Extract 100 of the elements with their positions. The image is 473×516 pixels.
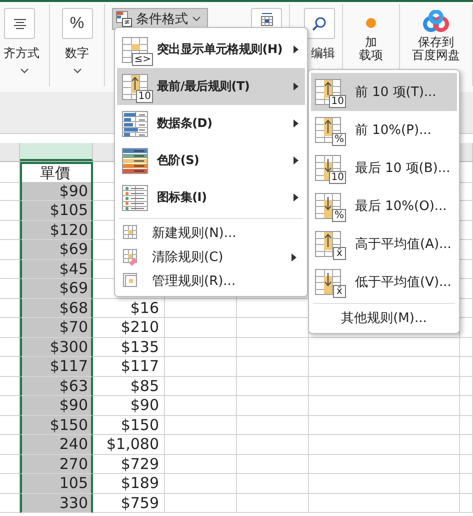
- submenu-arrow-icon: [293, 193, 299, 202]
- table-cell: $90: [93, 396, 165, 416]
- table-cell: [165, 416, 237, 435]
- table-cell: [165, 454, 237, 474]
- icon-set-icon: [122, 184, 148, 210]
- table-cell: [165, 298, 237, 318]
- table-cell: [460, 474, 473, 494]
- table-cell: [237, 396, 309, 416]
- menu-item[interactable]: 图标集(I): [117, 179, 305, 216]
- table-cell: $120: [20, 220, 93, 240]
- submenu-arrow-icon: [291, 252, 297, 262]
- table-cell: [165, 474, 237, 494]
- submenu-arrow-icon: [293, 45, 299, 54]
- icon-badge: x̄: [333, 285, 346, 298]
- table-cell: $150: [20, 416, 93, 435]
- menu-item[interactable]: 其他规则(M)...: [309, 306, 459, 330]
- align-icon: [12, 18, 26, 30]
- menu-item[interactable]: % 最后 10%(O)...: [311, 187, 457, 225]
- table-cell: $90: [20, 396, 93, 416]
- table-cell: $759: [93, 494, 165, 513]
- table-cell: $210: [93, 318, 165, 338]
- table-cell: [237, 454, 309, 474]
- icon-badge: x̄: [333, 247, 346, 260]
- menu-item[interactable]: 色阶(S): [117, 142, 305, 179]
- table-cell: [237, 338, 309, 357]
- number-label: 数字: [65, 46, 89, 61]
- chevron-icon: [192, 16, 201, 22]
- table-cell: 240: [20, 435, 93, 454]
- table-cell: [237, 494, 309, 513]
- alignment-label: 齐方式: [4, 46, 40, 61]
- menu-item[interactable]: 数据条(D): [117, 105, 305, 142]
- table-cell: $300: [20, 338, 93, 357]
- table-cell: $189: [93, 474, 165, 494]
- editing-label: 编辑: [311, 46, 335, 61]
- submenu-arrow-icon: [293, 156, 299, 165]
- table-cell: [460, 396, 473, 416]
- search-icon: [311, 16, 327, 32]
- percent-button[interactable]: %: [62, 8, 92, 39]
- menu-item[interactable]: % 前 10%(P)...: [311, 111, 457, 149]
- menu-item[interactable]: ≤> 突出显示单元格规则(H): [117, 31, 305, 68]
- manage-rules-icon: [123, 272, 139, 290]
- menu-item[interactable]: 清除规则(C): [117, 245, 305, 269]
- icon-badge: %: [332, 209, 346, 222]
- table-cell: $150: [93, 416, 165, 435]
- table-cell: 330: [20, 494, 93, 513]
- table-cell: $117: [20, 357, 93, 376]
- menu-item[interactable]: x̄ 高于平均值(A)...: [311, 225, 457, 263]
- menu-item[interactable]: 10 最后 10 项(B)...: [311, 149, 457, 187]
- table-cell: [237, 474, 309, 494]
- menu-item[interactable]: 10 最前/最后规则(T): [117, 68, 305, 105]
- table-cell: [237, 416, 309, 435]
- table-cell: [165, 376, 237, 396]
- table-cell: $63: [20, 376, 93, 396]
- header-cell: 單價: [20, 162, 93, 183]
- icon-badge: 10: [329, 171, 346, 184]
- menu-item[interactable]: 新建规则(N)...: [117, 221, 305, 245]
- table-cell: [165, 396, 237, 416]
- table-cell: $68: [20, 298, 93, 318]
- icon-badge: %: [332, 133, 346, 146]
- table-cell: [460, 338, 473, 357]
- menu-item[interactable]: 10 前 10 项(T)...: [311, 73, 457, 111]
- color-scale-icon: [122, 148, 148, 174]
- format-table-button[interactable]: [251, 8, 282, 28]
- table-cell: $117: [93, 357, 165, 376]
- align-button[interactable]: [4, 8, 35, 39]
- clear-rules-icon: [123, 248, 139, 266]
- table-cell: $70: [20, 318, 93, 338]
- menu-item[interactable]: 管理规则(R)...: [117, 269, 305, 293]
- column-header[interactable]: [20, 143, 93, 161]
- table-cell: $90: [20, 182, 93, 201]
- table-cell: $69: [20, 279, 93, 298]
- table-cell: [165, 338, 237, 357]
- table-cell: [165, 357, 237, 376]
- search-button[interactable]: [304, 8, 334, 39]
- add-ins-button[interactable]: 加 载项: [359, 36, 383, 62]
- table-cell: [237, 376, 309, 396]
- table-cell: 270: [20, 454, 93, 474]
- cloud-icon: [422, 10, 450, 34]
- table-cell: [460, 357, 473, 376]
- dot-icon: [364, 16, 378, 30]
- table-cell: $105: [20, 201, 93, 220]
- table-cell: $135: [93, 338, 165, 357]
- table-cell: [165, 318, 237, 338]
- table-cell: $729: [93, 454, 165, 474]
- table-cell: [165, 494, 237, 513]
- table-cell: $45: [20, 260, 93, 279]
- table-cell: [460, 454, 473, 474]
- table-cell: $16: [93, 298, 165, 318]
- table-cell: [237, 435, 309, 454]
- menu-item[interactable]: x̄ 低于平均值(V)...: [311, 263, 457, 301]
- icon-badge: ≤>: [132, 52, 153, 66]
- table-cell: [460, 494, 473, 513]
- icon-badge: 10: [329, 95, 346, 108]
- table-cell: [460, 416, 473, 435]
- save-to-cloud-button[interactable]: 保存到 百度网盘: [412, 36, 460, 62]
- table-cell: [460, 376, 473, 396]
- table-cell: $85: [93, 376, 165, 396]
- table-cell: $69: [20, 240, 93, 260]
- table-cell: $1,080: [93, 435, 165, 454]
- submenu-arrow-icon: [293, 82, 299, 91]
